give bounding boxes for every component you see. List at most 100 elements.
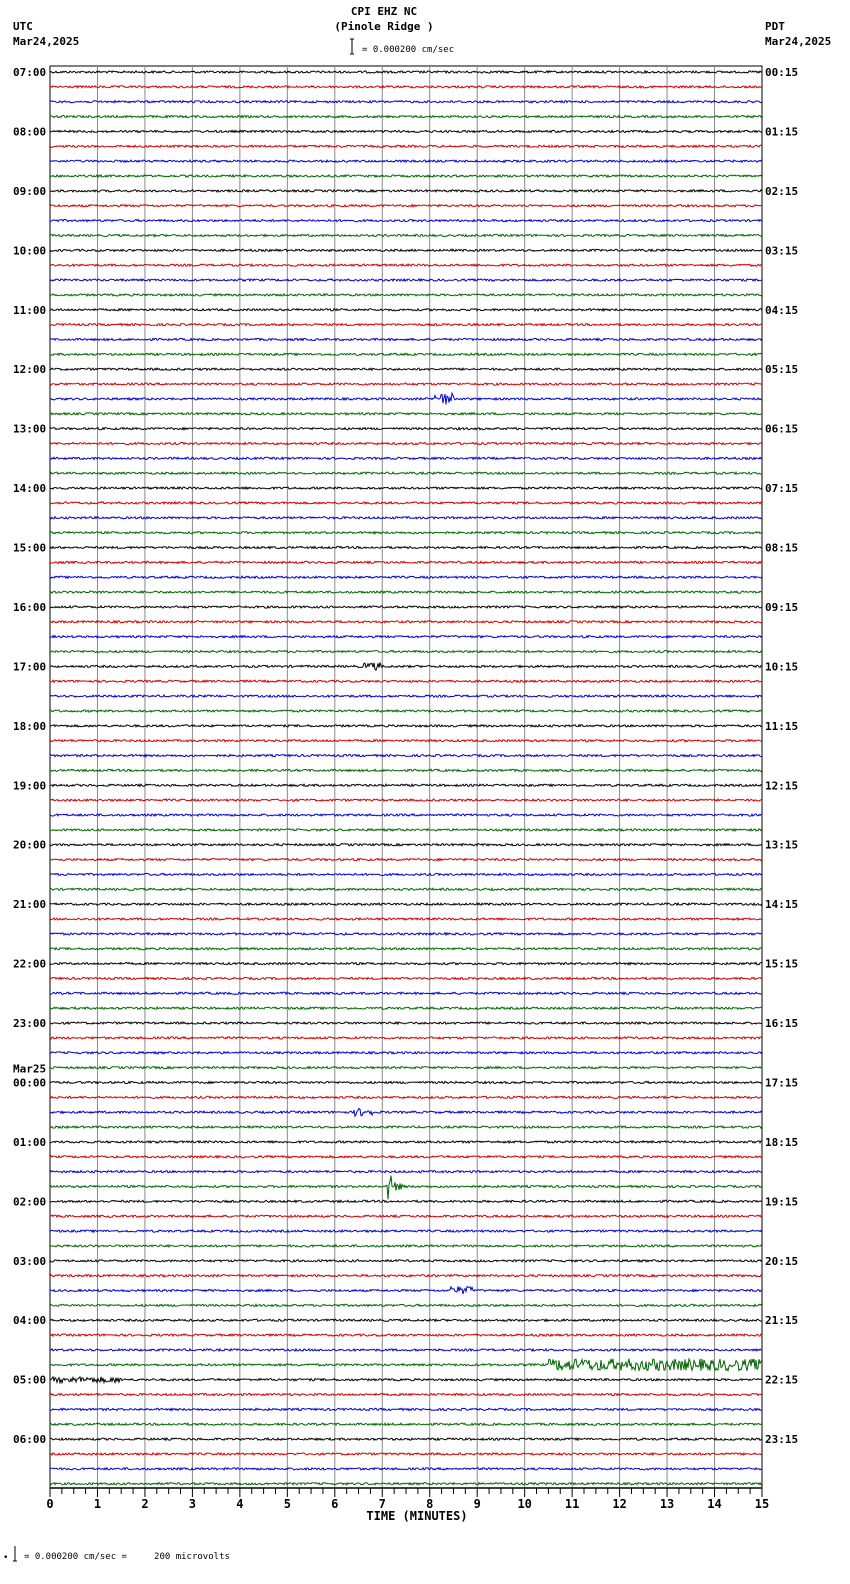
seismic-trace [49,1466,763,1471]
seismic-trace [49,768,763,773]
seismic-trace [49,203,763,208]
x-tick-label: 15 [755,1497,769,1511]
utc-hour-label: 06:00 [13,1433,46,1446]
seismic-trace [49,798,763,803]
seismic-trace [49,69,763,75]
pdt-time-label: 03:15 [765,244,798,257]
pdt-time-label: 13:15 [765,839,798,852]
seismic-trace [49,783,763,788]
pdt-time-label: 12:15 [765,779,798,792]
seismic-trace [50,352,763,357]
utc-hour-label: 16:00 [13,601,46,614]
footer-scale-bar-icon [13,1546,17,1562]
utc-hour-label: 21:00 [13,898,46,911]
seismic-trace [49,129,763,134]
seismic-trace [49,887,763,892]
scale-text: = 0.000200 cm/sec [362,45,454,55]
utc-hour-label: 20:00 [13,839,46,852]
pdt-time-label: 21:15 [765,1314,798,1327]
seismic-trace [49,84,763,90]
station-location: (Pinole Ridge ) [334,20,433,33]
right-date: Mar24,2025 [765,35,831,48]
pdt-time-label: 06:15 [765,423,798,436]
pdt-time-label: 15:15 [765,958,798,971]
seismic-trace [49,901,763,907]
pdt-time-label: 07:15 [765,482,798,495]
x-tick-label: 4 [236,1497,243,1511]
seismic-trace [49,827,763,832]
seismic-trace [49,1318,763,1323]
seismic-trace [49,322,763,327]
utc-hour-label: 01:00 [13,1136,46,1149]
x-tick-label: 2 [141,1497,148,1511]
seismic-trace [49,1228,763,1234]
utc-hour-label: 05:00 [13,1374,46,1387]
seismic-trace [49,1481,763,1486]
seismic-trace [49,1199,763,1204]
traces [49,69,763,1486]
x-tick-label: 9 [474,1497,481,1511]
seismic-trace [49,307,763,313]
seismic-trace [49,515,763,520]
pdt-time-label: 11:15 [765,720,798,733]
pdt-time-label: 00:15 [765,66,798,79]
x-tick-label: 3 [189,1497,196,1511]
seismic-trace [49,1347,763,1353]
seismic-trace [49,1357,763,1373]
seismic-trace [49,604,763,610]
x-tick-label: 14 [707,1497,721,1511]
seismic-trace [50,708,763,714]
pdt-time-label: 10:15 [765,660,798,673]
seismic-trace [49,1169,763,1174]
seismic-trace [49,738,763,743]
seismic-trace [49,590,763,595]
seismic-trace [49,961,763,966]
seismic-trace [49,1035,763,1040]
seismic-trace [49,679,763,684]
seismic-trace [49,753,762,758]
utc-hour-label: 12:00 [13,363,46,376]
seismic-trace [49,1175,763,1200]
seismic-trace [49,1154,763,1160]
seismic-trace [49,946,763,951]
utc-hour-label: 03:00 [13,1255,46,1268]
pdt-time-label: 01:15 [765,125,798,138]
seismic-trace [49,1005,763,1011]
utc-hour-label: 22:00 [13,958,46,971]
seismic-trace [49,530,762,535]
utc-hour-label: 18:00 [13,720,46,733]
seismic-trace [49,1080,763,1085]
seismic-trace [49,248,763,253]
seismic-trace [49,233,763,238]
x-tick-label: 10 [517,1497,531,1511]
x-tick-label: 13 [660,1497,674,1511]
seismic-trace [49,456,763,461]
pdt-time-label: 17:15 [765,1076,798,1089]
utc-hour-label: 13:00 [13,423,46,436]
seismic-trace [49,991,763,996]
seismic-trace [49,1065,763,1070]
x-tick-label: 11 [565,1497,579,1511]
seismic-trace [49,842,763,847]
right-timezone: PDT [765,20,785,33]
x-tick-label: 6 [331,1497,338,1511]
seismic-trace [49,1139,763,1145]
seismic-trace [49,619,763,625]
utc-hour-label: 08:00 [13,125,46,138]
seismic-trace [49,1258,763,1263]
seismic-trace [49,1422,763,1427]
seismic-trace [49,1451,763,1457]
seismic-trace [49,391,763,405]
seismic-trace [49,1407,762,1412]
seismic-trace [49,1095,763,1100]
seismic-trace [49,1303,763,1308]
utc-hour-label: 04:00 [13,1314,46,1327]
seismic-trace [49,1050,763,1055]
seismic-trace [49,411,763,416]
seismic-trace [49,470,763,476]
seismic-trace [49,723,763,728]
seismic-trace [49,114,763,119]
seismic-trace [49,812,763,818]
utc-hour-label: 00:00 [13,1076,46,1089]
pdt-time-label: 22:15 [765,1374,798,1387]
